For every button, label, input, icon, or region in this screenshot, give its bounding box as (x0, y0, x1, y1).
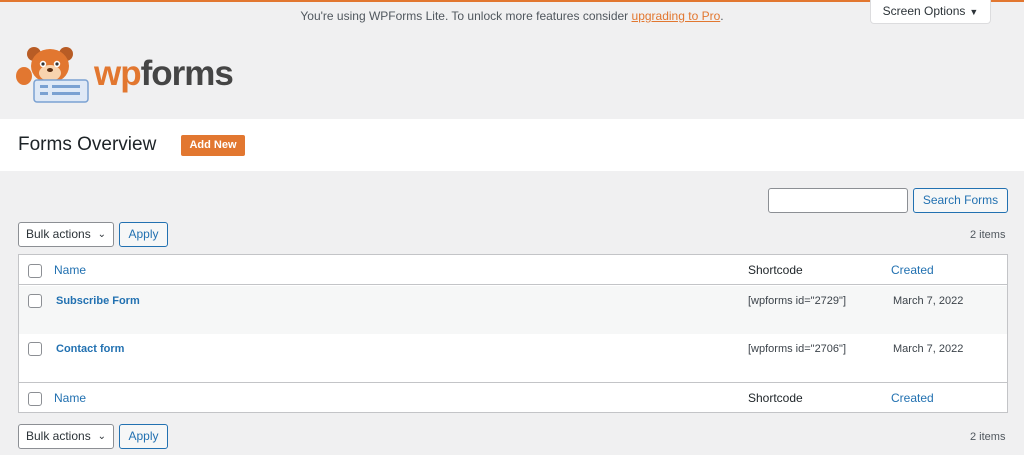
screen-options-button[interactable]: Screen Options ▼ (870, 0, 991, 24)
apply-button-bottom[interactable]: Apply (119, 424, 168, 449)
notice-text: You're using WPForms Lite. To unlock mor… (300, 9, 632, 23)
search-forms-button[interactable]: Search Forms (913, 188, 1008, 213)
upgrade-link[interactable]: upgrading to Pro (632, 9, 721, 23)
bulk-actions-label: Bulk actions (26, 429, 91, 443)
table-footer-row: Name Shortcode Created (19, 382, 1007, 412)
column-name-footer[interactable]: Name (54, 391, 86, 405)
apply-button-top[interactable]: Apply (119, 222, 168, 247)
row-checkbox[interactable] (28, 294, 42, 308)
items-count-top: 2 items (970, 229, 1006, 241)
form-shortcode: [wpforms id="2706"] (748, 343, 846, 355)
column-shortcode-header: Shortcode (748, 263, 803, 277)
forms-table: Name Shortcode Created Subscribe Form [w… (18, 254, 1008, 413)
column-name-header[interactable]: Name (54, 263, 86, 277)
caret-down-icon: ▼ (969, 7, 979, 17)
screen-options-label: Screen Options (882, 4, 966, 18)
form-title-link[interactable]: Contact form (56, 342, 124, 356)
form-shortcode: [wpforms id="2729"] (748, 295, 846, 307)
column-created-header[interactable]: Created (891, 263, 934, 277)
table-row: Contact form [wpforms id="2706"] March 7… (19, 334, 1007, 382)
page-title: Forms Overview (18, 134, 157, 155)
chevron-down-icon: ⌄ (97, 431, 106, 442)
items-count-bottom: 2 items (970, 431, 1006, 443)
select-all-checkbox-footer[interactable] (28, 392, 42, 406)
select-all-checkbox[interactable] (28, 264, 42, 278)
bulk-actions-label: Bulk actions (26, 227, 91, 241)
form-title-link[interactable]: Subscribe Form (56, 294, 140, 308)
search-input[interactable] (768, 188, 908, 213)
row-checkbox[interactable] (28, 342, 42, 356)
column-created-footer[interactable]: Created (891, 391, 934, 405)
form-created-date: March 7, 2022 (893, 295, 964, 307)
bulk-actions-select-bottom[interactable]: Bulk actions ⌄ (18, 424, 114, 449)
notice-suffix: . (720, 9, 724, 23)
table-row: Subscribe Form [wpforms id="2729"] March… (19, 286, 1007, 334)
wpforms-wordmark: wpforms (94, 52, 234, 96)
table-header-row: Name Shortcode Created (19, 255, 1007, 285)
wordmark-forms: forms (140, 54, 234, 93)
wordmark-wp: wp (94, 54, 142, 93)
column-shortcode-footer: Shortcode (748, 391, 803, 405)
form-created-date: March 7, 2022 (893, 343, 964, 355)
bulk-actions-select-top[interactable]: Bulk actions ⌄ (18, 222, 114, 247)
chevron-down-icon: ⌄ (97, 229, 106, 240)
add-new-button[interactable]: Add New (181, 135, 245, 156)
